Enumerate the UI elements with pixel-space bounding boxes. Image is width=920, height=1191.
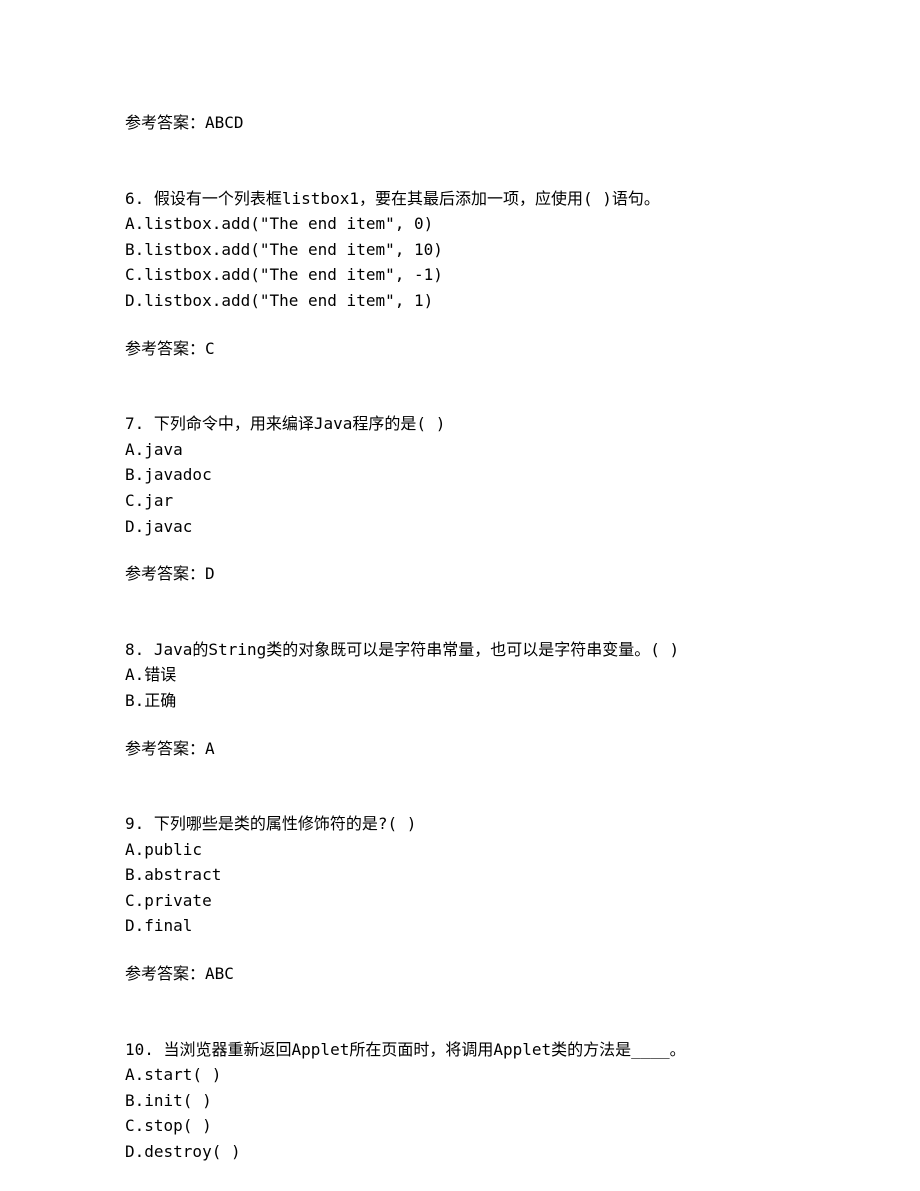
question-7-option-d: D.javac	[125, 514, 795, 540]
question-10-stem: 10. 当浏览器重新返回Applet所在页面时，将调用Applet类的方法是__…	[125, 1037, 795, 1063]
question-6-stem: 6. 假设有一个列表框listbox1，要在其最后添加一项，应使用( )语句。	[125, 186, 795, 212]
question-6-option-d: D.listbox.add("The end item", 1)	[125, 288, 795, 314]
question-9-option-a: A.public	[125, 837, 795, 863]
question-10-option-d: D.destroy( )	[125, 1139, 795, 1165]
question-6-option-a: A.listbox.add("The end item", 0)	[125, 211, 795, 237]
question-10: 10. 当浏览器重新返回Applet所在页面时，将调用Applet类的方法是__…	[125, 1037, 795, 1165]
question-8: 8. Java的String类的对象既可以是字符串常量，也可以是字符串变量。( …	[125, 637, 795, 761]
question-6-option-c: C.listbox.add("The end item", -1)	[125, 262, 795, 288]
question-8-option-b: B.正确	[125, 688, 795, 714]
question-9-option-c: C.private	[125, 888, 795, 914]
question-9-option-b: B.abstract	[125, 862, 795, 888]
question-9-stem: 9. 下列哪些是类的属性修饰符的是?( )	[125, 811, 795, 837]
question-6-option-b: B.listbox.add("The end item", 10)	[125, 237, 795, 263]
question-9-answer: 参考答案：ABC	[125, 961, 795, 987]
question-10-option-b: B.init( )	[125, 1088, 795, 1114]
question-8-answer: 参考答案：A	[125, 736, 795, 762]
question-10-option-c: C.stop( )	[125, 1113, 795, 1139]
question-8-stem: 8. Java的String类的对象既可以是字符串常量，也可以是字符串变量。( …	[125, 637, 795, 663]
question-8-option-a: A.错误	[125, 662, 795, 688]
question-7-stem: 7. 下列命令中，用来编译Java程序的是( )	[125, 411, 795, 437]
question-6-answer: 参考答案：C	[125, 336, 795, 362]
question-7: 7. 下列命令中，用来编译Java程序的是( ) A.java B.javado…	[125, 411, 795, 587]
question-7-option-c: C.jar	[125, 488, 795, 514]
question-7-option-a: A.java	[125, 437, 795, 463]
question-10-option-a: A.start( )	[125, 1062, 795, 1088]
question-9: 9. 下列哪些是类的属性修饰符的是?( ) A.public B.abstrac…	[125, 811, 795, 987]
question-7-answer: 参考答案：D	[125, 561, 795, 587]
question-6: 6. 假设有一个列表框listbox1，要在其最后添加一项，应使用( )语句。 …	[125, 186, 795, 362]
previous-answer-line: 参考答案：ABCD	[125, 110, 795, 136]
question-9-option-d: D.final	[125, 913, 795, 939]
question-7-option-b: B.javadoc	[125, 462, 795, 488]
